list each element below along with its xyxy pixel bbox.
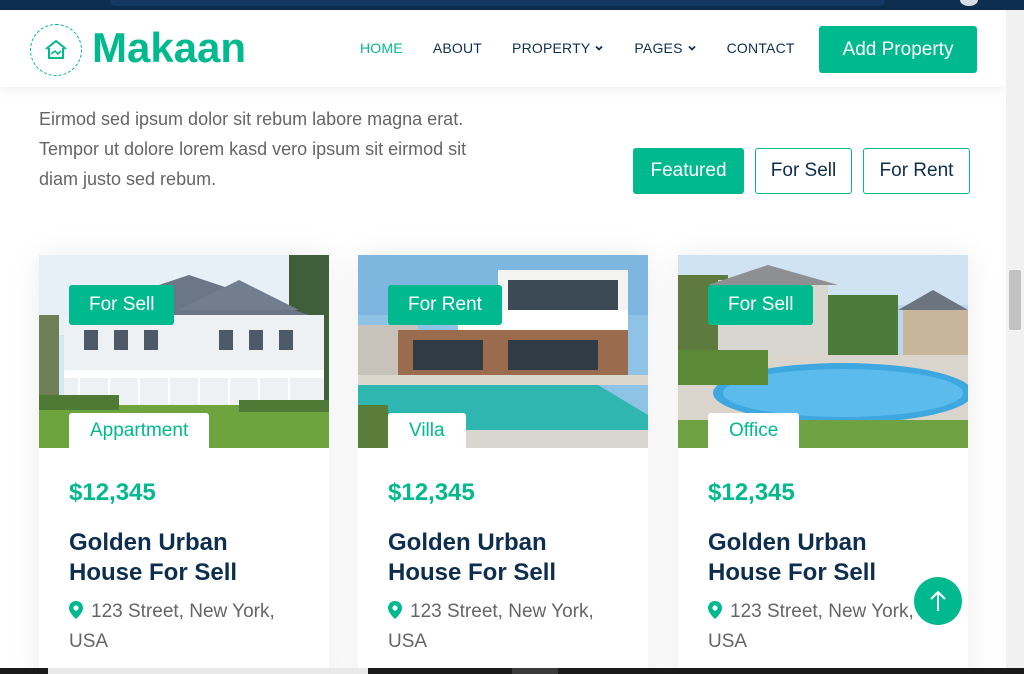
property-card[interactable]: For Sell Appartment $12,345 Golden Urban…	[39, 255, 329, 674]
add-property-button[interactable]: Add Property	[819, 26, 977, 73]
tab-featured[interactable]: Featured	[633, 148, 744, 194]
listing-title[interactable]: Golden Urban House For Sell	[388, 528, 608, 588]
type-badge: Office	[708, 413, 800, 448]
brand-name[interactable]: Makaan	[92, 22, 246, 74]
status-badge: For Rent	[388, 285, 502, 325]
type-badge: Appartment	[69, 413, 210, 448]
nav-item-pages[interactable]: PAGES	[634, 40, 696, 56]
nav-label: HOME	[360, 40, 403, 56]
chevron-down-icon	[595, 45, 604, 51]
listing-price: $12,345	[708, 479, 795, 506]
nav-item-about[interactable]: ABOUT	[433, 40, 482, 56]
listing-address: 123 Street, New York, USA	[388, 597, 628, 657]
navbar: Makaan HOME ABOUT PROPERTY PAGES CONTACT…	[0, 10, 1006, 87]
listing-address: 123 Street, New York, USA	[69, 597, 309, 657]
map-marker-icon	[388, 601, 402, 619]
listing-title[interactable]: Golden Urban House For Sell	[69, 528, 289, 588]
listing-address: 123 Street, New York, USA	[708, 597, 948, 657]
backyard-pool-photo[interactable]: For Sell Office	[678, 255, 968, 448]
chevron-down-icon	[687, 45, 696, 51]
nav-label: CONTACT	[726, 40, 795, 56]
nav-item-property[interactable]: PROPERTY	[512, 40, 604, 56]
arrow-up-icon	[930, 590, 946, 611]
tab-for-sell[interactable]: For Sell	[755, 148, 852, 194]
nav-item-home[interactable]: HOME	[360, 40, 403, 56]
nav-menu: HOME ABOUT PROPERTY PAGES CONTACT	[360, 40, 825, 56]
listing-title[interactable]: Golden Urban House For Sell	[708, 528, 928, 588]
type-badge: Villa	[388, 413, 466, 448]
property-card[interactable]: For Rent Villa $12,345 Golden Urban Hous…	[358, 255, 648, 674]
status-badge: For Sell	[69, 285, 175, 325]
nav-label: PAGES	[634, 40, 683, 56]
taskbar-segment	[48, 668, 368, 674]
back-to-top-button[interactable]	[914, 577, 962, 625]
scrollbar[interactable]	[1006, 10, 1024, 674]
nav-item-contact[interactable]: CONTACT	[727, 40, 795, 56]
tab-for-rent[interactable]: For Rent	[863, 148, 970, 194]
modern-villa-pool-photo[interactable]: For Rent Villa	[358, 255, 648, 448]
os-taskbar	[0, 668, 1024, 674]
nav-label: PROPERTY	[512, 40, 591, 56]
house-handshake-icon[interactable]	[30, 24, 82, 76]
map-marker-icon	[69, 601, 83, 619]
address-text: 123 Street, New York, USA	[708, 601, 914, 652]
address-text: 123 Street, New York, USA	[388, 601, 594, 652]
filter-tabs: Featured For Sell For Rent	[633, 148, 981, 194]
section-intro-text: Eirmod sed ipsum dolor sit rebum labore …	[39, 109, 467, 189]
map-marker-icon	[708, 601, 722, 619]
top-strip	[0, 0, 1024, 10]
listing-price: $12,345	[69, 479, 156, 506]
scrollbar-thumb[interactable]	[1009, 270, 1021, 330]
top-bar-contact-area	[110, 0, 885, 6]
taskbar-segment	[512, 668, 558, 674]
nav-label: ABOUT	[432, 40, 483, 56]
social-icon[interactable]	[960, 0, 978, 6]
colonial-house-photo[interactable]: For Sell Appartment	[39, 255, 329, 448]
address-text: 123 Street, New York, USA	[69, 601, 275, 652]
page: Makaan HOME ABOUT PROPERTY PAGES CONTACT…	[0, 0, 1024, 674]
status-badge: For Sell	[708, 285, 814, 325]
listing-price: $12,345	[388, 479, 475, 506]
